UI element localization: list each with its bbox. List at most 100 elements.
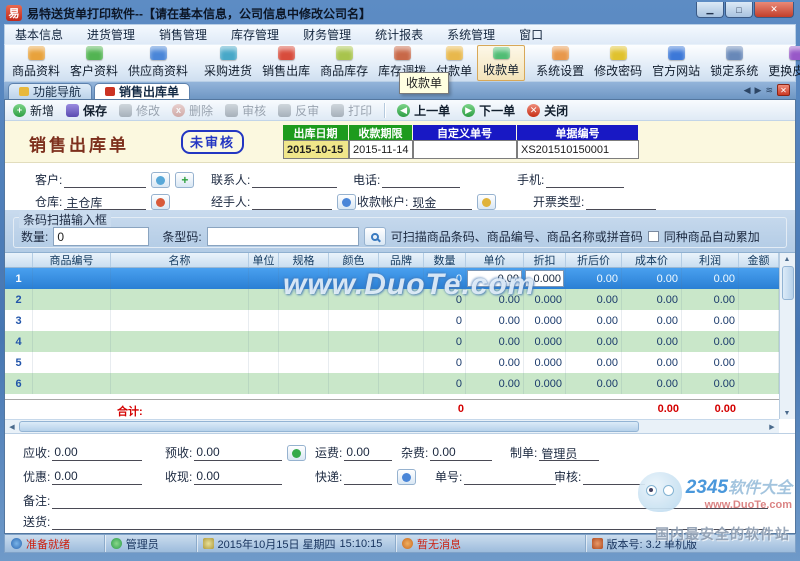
mobile-field[interactable] bbox=[546, 172, 625, 188]
vertical-scrollbar[interactable]: ▲ ▼ bbox=[779, 253, 795, 419]
status-message-segment[interactable]: 暂无消息 bbox=[396, 535, 586, 552]
menu-system[interactable]: 系统管理 bbox=[447, 26, 495, 43]
search-button[interactable] bbox=[363, 227, 386, 246]
col-price[interactable]: 单价 bbox=[466, 253, 524, 267]
tab-list-icon[interactable]: ≋ bbox=[765, 85, 773, 96]
account-picker-button[interactable] bbox=[477, 194, 497, 210]
discount-amt-field[interactable]: 0.00 bbox=[52, 469, 143, 485]
table-row[interactable]: 5 0 0.00 0.000 0.00 0.00 0.00 bbox=[5, 352, 779, 373]
toolbar-product-stock[interactable]: 商品库存 bbox=[315, 45, 373, 81]
col-discounted-price[interactable]: 折后价 bbox=[566, 253, 622, 267]
account-field[interactable]: 现金 bbox=[410, 194, 473, 210]
table-row[interactable]: 3 0 0.00 0.000 0.00 0.00 0.00 bbox=[5, 310, 779, 331]
remark-field[interactable] bbox=[52, 493, 769, 509]
new-button[interactable]: + 新增 bbox=[13, 102, 54, 119]
col-amount[interactable]: 金额 bbox=[739, 253, 779, 267]
doc-no-value[interactable]: XS201510150001 bbox=[517, 140, 639, 159]
close-button[interactable]: ✕ bbox=[754, 2, 794, 18]
delivery-field[interactable] bbox=[52, 514, 769, 530]
col-profit[interactable]: 利润 bbox=[682, 253, 739, 267]
col-unit[interactable]: 单位 bbox=[249, 253, 279, 267]
col-cost[interactable]: 成本价 bbox=[622, 253, 682, 267]
print-button[interactable]: 打印 bbox=[331, 102, 372, 119]
receivable-field[interactable]: 0.00 bbox=[52, 445, 143, 461]
menu-inventory[interactable]: 库存管理 bbox=[231, 26, 279, 43]
warehouse-field[interactable]: 主仓库 bbox=[64, 194, 147, 210]
tab-close-icon[interactable]: ✕ bbox=[777, 84, 790, 96]
tab-scroll-right-icon[interactable]: ▶ bbox=[755, 85, 762, 96]
col-brand[interactable]: 品牌 bbox=[379, 253, 424, 267]
menu-window[interactable]: 窗口 bbox=[519, 26, 543, 43]
col-product-code[interactable]: 商品编号 bbox=[33, 253, 111, 267]
delete-button[interactable]: x 删除 bbox=[172, 102, 213, 119]
close-doc-button[interactable]: ✕ 关闭 bbox=[527, 102, 568, 119]
phone-field[interactable] bbox=[382, 172, 461, 188]
toolbar-receipt-bill[interactable]: 收款单 bbox=[477, 45, 526, 81]
contact-field[interactable] bbox=[252, 172, 338, 188]
toolbar-customer-info[interactable]: 客户资料 bbox=[65, 45, 123, 81]
toolbar-system-settings[interactable]: 系统设置 bbox=[531, 45, 589, 81]
customer-picker-button[interactable] bbox=[151, 172, 171, 188]
handler-field[interactable] bbox=[252, 194, 333, 210]
table-row[interactable]: 1 0 0.00 0.000 0.00 0.00 0.00 bbox=[5, 268, 779, 289]
col-qty[interactable]: 数量 bbox=[424, 253, 466, 267]
horizontal-scrollbar[interactable]: ◀ ▶ bbox=[5, 419, 779, 433]
col-color[interactable]: 颜色 bbox=[329, 253, 379, 267]
customer-field[interactable] bbox=[64, 172, 147, 188]
toolbar-change-skin[interactable]: 更换皮肤▼ bbox=[763, 45, 800, 81]
menu-basic-info[interactable]: 基本信息 bbox=[15, 26, 63, 43]
scrollbar-thumb[interactable] bbox=[19, 421, 639, 432]
table-row[interactable]: 4 0 0.00 0.000 0.00 0.00 0.00 bbox=[5, 331, 779, 352]
misc-fee-field[interactable]: 0.00 bbox=[430, 445, 493, 461]
cash-received-field[interactable]: 0.00 bbox=[194, 469, 283, 485]
customer-add-button[interactable]: + bbox=[175, 172, 195, 188]
toolbar-sales-out[interactable]: 销售出库 bbox=[257, 45, 315, 81]
scroll-right-icon[interactable]: ▶ bbox=[765, 421, 779, 433]
qty-input[interactable]: 0 bbox=[53, 227, 150, 246]
scroll-down-icon[interactable]: ▼ bbox=[780, 407, 794, 419]
audit-button[interactable]: 审核 bbox=[225, 102, 266, 119]
minimize-button[interactable]: ▁ bbox=[696, 2, 724, 18]
col-name[interactable]: 名称 bbox=[111, 253, 249, 267]
scrollbar-thumb[interactable] bbox=[782, 266, 794, 300]
table-row[interactable]: 2 0 0.00 0.000 0.00 0.00 0.00 bbox=[5, 289, 779, 310]
barcode-input[interactable] bbox=[206, 227, 359, 246]
express-dropdown-button[interactable] bbox=[397, 469, 417, 485]
toolbar-product-info[interactable]: 商品资料 bbox=[7, 45, 65, 81]
due-date-value[interactable]: 2015-11-14 bbox=[349, 140, 413, 159]
tab-navigation[interactable]: 功能导航 bbox=[8, 83, 93, 99]
prepaid-link-button[interactable] bbox=[287, 445, 307, 461]
menu-sales[interactable]: 销售管理 bbox=[159, 26, 207, 43]
menu-finance[interactable]: 财务管理 bbox=[303, 26, 351, 43]
handler-picker-button[interactable] bbox=[337, 194, 357, 210]
out-date-value[interactable]: 2015-10-15 bbox=[283, 140, 349, 159]
toolbar-change-password[interactable]: 修改密码 bbox=[589, 45, 647, 81]
toolbar-supplier-info[interactable]: 供应商资料 bbox=[123, 45, 193, 81]
edit-button[interactable]: 修改 bbox=[119, 102, 160, 119]
auto-accumulate-checkbox[interactable] bbox=[647, 231, 659, 242]
prev-order-button[interactable]: ◀ 上一单 bbox=[397, 102, 450, 119]
next-order-button[interactable]: ▶ 下一单 bbox=[462, 102, 515, 119]
table-row[interactable]: 6 0 0.00 0.000 0.00 0.00 0.00 bbox=[5, 373, 779, 394]
toolbar-official-website[interactable]: 官方网站 bbox=[647, 45, 705, 81]
tab-sales-order[interactable]: 销售出库单 bbox=[94, 83, 191, 99]
express-field[interactable] bbox=[344, 469, 393, 485]
unaudit-button[interactable]: 反审 bbox=[278, 102, 319, 119]
toolbar-purchase-in[interactable]: 采购进货 bbox=[199, 45, 257, 81]
scroll-up-icon[interactable]: ▲ bbox=[780, 253, 794, 265]
custom-no-value[interactable] bbox=[413, 140, 517, 159]
col-spec[interactable]: 规格 bbox=[279, 253, 329, 267]
menu-purchase[interactable]: 进货管理 bbox=[87, 26, 135, 43]
tab-scroll-left-icon[interactable]: ◀ bbox=[744, 85, 751, 96]
tracking-no-field[interactable] bbox=[464, 469, 557, 485]
freight-field[interactable]: 0.00 bbox=[344, 445, 393, 461]
save-button[interactable]: 保存 bbox=[66, 102, 107, 119]
scroll-left-icon[interactable]: ◀ bbox=[5, 421, 19, 433]
toolbar-lock-system[interactable]: 锁定系统 bbox=[705, 45, 763, 81]
maximize-button[interactable]: □ bbox=[725, 2, 753, 18]
warehouse-picker-button[interactable] bbox=[151, 194, 171, 210]
col-discount[interactable]: 折扣 bbox=[524, 253, 566, 267]
prepaid-field[interactable]: 0.00 bbox=[194, 445, 283, 461]
invoice-type-field[interactable] bbox=[586, 194, 657, 210]
menu-reports[interactable]: 统计报表 bbox=[375, 26, 423, 43]
